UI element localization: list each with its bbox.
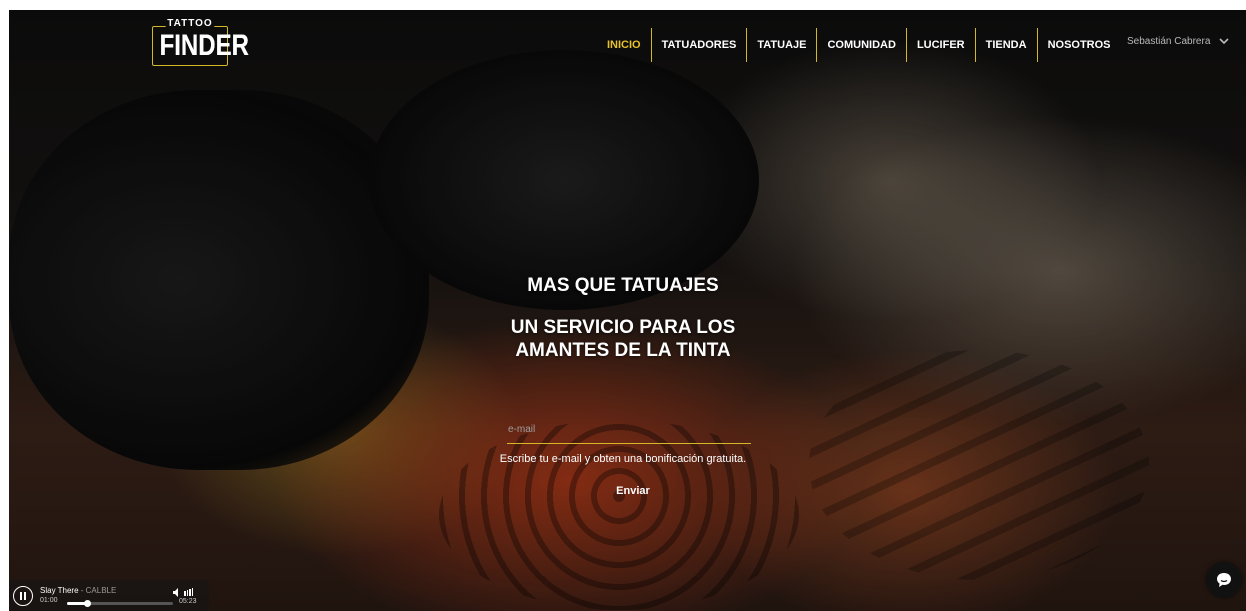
chat-bubble-icon xyxy=(1217,573,1231,587)
hero-background: TATTOO FINDER INICIO TATUADORES TATUAJE … xyxy=(9,10,1246,611)
track-name: Slay There xyxy=(40,586,79,595)
nav-item-comunidad[interactable]: COMUNIDAD xyxy=(816,28,905,62)
pause-icon xyxy=(20,592,22,600)
music-player: Slay There - CALBLE 01:00 05:23 xyxy=(9,580,209,611)
volume-icon xyxy=(173,587,178,597)
hero-subtitle: UN SERVICIO PARA LOS AMANTES DE LA TINTA xyxy=(0,316,1246,362)
hero-subtitle-line-1: UN SERVICIO PARA LOS xyxy=(510,317,736,338)
send-button[interactable]: Enviar xyxy=(600,480,666,502)
email-hint: Escribe tu e-mail y obten una bonificaci… xyxy=(499,453,747,465)
progress-bar[interactable] xyxy=(67,600,173,607)
main-nav: INICIO TATUADORES TATUAJE COMUNIDAD LUCI… xyxy=(597,28,1121,62)
nav-item-lucifer[interactable]: LUCIFER xyxy=(905,28,975,62)
top-navbar: TATTOO FINDER INICIO TATUADORES TATUAJE … xyxy=(9,10,1246,72)
progress-handle[interactable] xyxy=(84,600,92,607)
track-artist: CALBLE xyxy=(85,586,117,595)
chat-launcher-button[interactable] xyxy=(1206,562,1242,598)
volume-level-icon xyxy=(184,588,193,596)
nav-item-tatuadores[interactable]: TATUADORES xyxy=(650,28,747,62)
hero-overlay xyxy=(9,10,1246,611)
track-separator: - xyxy=(78,586,86,595)
hero-title: MAS QUE TATUAJES xyxy=(527,275,719,296)
tattoo-finder-logo[interactable]: TATTOO FINDER xyxy=(150,18,249,66)
pause-button[interactable] xyxy=(13,586,33,606)
current-time: 01:00 xyxy=(40,597,58,604)
chevron-down-icon xyxy=(1219,38,1229,45)
nav-item-nosotros[interactable]: NOSOTROS xyxy=(1036,28,1121,62)
nav-item-tienda[interactable]: TIENDA xyxy=(974,28,1037,62)
user-name: Sebastián Cabrera xyxy=(1127,35,1211,47)
email-field[interactable] xyxy=(507,416,751,444)
track-duration: 05:23 xyxy=(179,598,197,605)
track-title: Slay There - CALBLE xyxy=(40,586,116,595)
hero-subtitle-line-2: AMANTES DE LA TINTA xyxy=(515,340,731,361)
nav-item-inicio[interactable]: INICIO xyxy=(597,28,651,62)
pause-icon-bar xyxy=(24,592,26,600)
nav-item-tatuaje[interactable]: TATUAJE xyxy=(746,28,816,62)
user-menu[interactable]: Sebastián Cabrera xyxy=(1127,34,1231,48)
logo-big-text: FINDER xyxy=(159,29,249,62)
volume-control[interactable] xyxy=(173,587,201,597)
